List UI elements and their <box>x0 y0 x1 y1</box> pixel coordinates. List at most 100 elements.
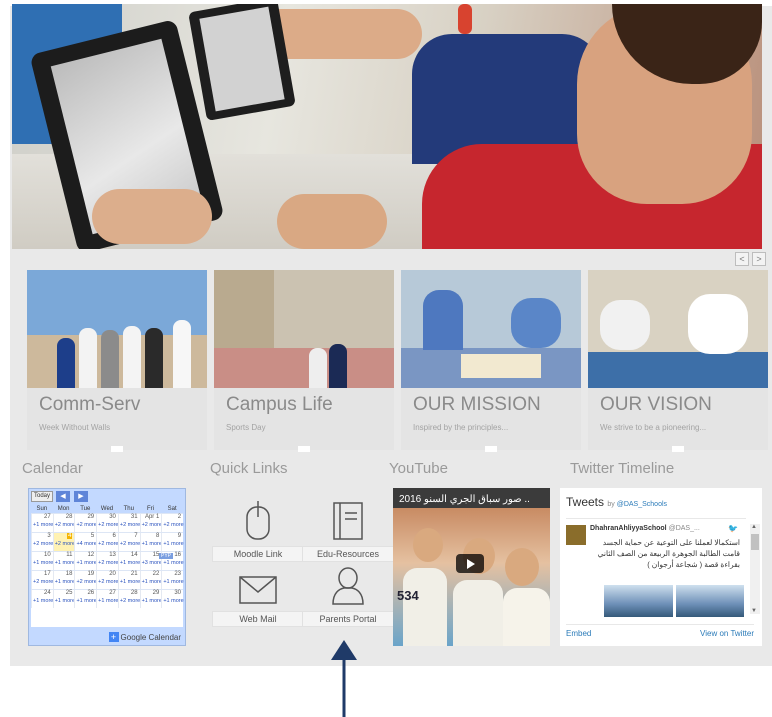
calendar-day-cell[interactable]: 9 +1 more <box>161 533 184 551</box>
google-calendar-label: Google Calendar <box>120 633 181 642</box>
slider-next-button[interactable]: > <box>752 252 766 266</box>
calendar-more-link[interactable]: +2 more <box>120 598 140 604</box>
calendar-day-cell[interactable]: 27 +1 more <box>96 590 119 608</box>
card-our-mission[interactable]: OUR MISSION Inspired by the principles..… <box>401 270 581 452</box>
quick-link-edu-resources[interactable]: Edu-Resources <box>302 497 394 562</box>
calendar-more-link[interactable]: +1 more <box>98 598 118 604</box>
quick-link-moodle[interactable]: Moodle Link <box>212 497 304 562</box>
tweet-item[interactable]: DhahranAhliyyaSchool @DAS_... 🐦 استكمالا… <box>566 518 746 618</box>
calendar-day-cell[interactable]: 30 +2 more <box>96 514 119 532</box>
twitter-scrollbar[interactable]: ▲ ▼ <box>750 524 760 614</box>
calendar-event-chip[interactable]: PYP <box>159 553 174 559</box>
calendar-more-link[interactable]: +1 more <box>55 560 75 566</box>
calendar-day-cell[interactable]: 12 +1 more <box>74 552 97 570</box>
calendar-more-link[interactable]: +4 more <box>76 541 96 547</box>
calendar-day-cell[interactable]: 26 +1 more <box>74 590 97 608</box>
youtube-video-player[interactable]: 534 2016 صور سباق الجري السنو .. <box>393 488 550 646</box>
calendar-prev-button[interactable]: ◀ <box>56 491 70 502</box>
tweet-media[interactable] <box>604 585 744 617</box>
quick-link-parents-portal[interactable]: Parents Portal <box>302 562 394 627</box>
calendar-day-cell[interactable]: 17 +2 more <box>31 571 53 589</box>
calendar-day-cell[interactable]: 18 +1 more <box>52 571 75 589</box>
calendar-more-link[interactable]: +1 more <box>120 579 140 585</box>
calendar-day-cell[interactable]: 10 +1 more <box>31 552 53 570</box>
calendar-day-cell[interactable]: 30 +1 more <box>161 590 184 608</box>
calendar-day-number: 14 <box>130 552 138 558</box>
calendar-day-cell[interactable]: 8 +1 more <box>139 533 162 551</box>
twitter-embed-link[interactable]: Embed <box>566 629 591 638</box>
calendar-day-cell[interactable]: 29 +1 more <box>139 590 162 608</box>
youtube-video-title[interactable]: 2016 صور سباق الجري السنو .. <box>399 494 544 505</box>
calendar-day-cell[interactable]: 29 +2 more <box>74 514 97 532</box>
calendar-day-cell[interactable]: 24 +1 more <box>31 590 53 608</box>
calendar-more-link[interactable]: +1 more <box>76 560 96 566</box>
twitter-timeline-widget[interactable]: Tweets by @DAS_Schools DhahranAhliyyaSch… <box>560 488 762 646</box>
calendar-day-cell[interactable]: 22 +1 more <box>139 571 162 589</box>
google-calendar-widget[interactable]: Today ◀ ▶ Sun Mon Tue Wed Thu Fri Sat 27… <box>28 488 186 646</box>
calendar-day-cell[interactable]: 6 +2 more <box>96 533 119 551</box>
tweet-author-handle[interactable]: @DAS_... <box>669 525 700 532</box>
avatar[interactable] <box>566 525 586 545</box>
calendar-more-link[interactable]: +1 more <box>163 541 183 547</box>
calendar-day-cell[interactable]: 31 +2 more <box>117 514 140 532</box>
calendar-more-link[interactable]: +1 more <box>163 579 183 585</box>
calendar-day-cell[interactable]: 5 +4 more <box>74 533 97 551</box>
race-bib-number: 534 <box>397 588 419 603</box>
calendar-more-link[interactable]: +1 more <box>33 522 53 528</box>
calendar-more-link[interactable]: +1 more <box>120 560 140 566</box>
calendar-day-cell[interactable]: 13 +2 more <box>96 552 119 570</box>
view-on-twitter-link[interactable]: View on Twitter <box>700 629 754 638</box>
calendar-next-button[interactable]: ▶ <box>74 491 88 502</box>
card-our-vision[interactable]: OUR VISION We strive to be a pioneering.… <box>588 270 768 452</box>
google-calendar-link[interactable]: + Google Calendar <box>108 632 181 642</box>
calendar-day-cell[interactable]: 23 +1 more <box>161 571 184 589</box>
calendar-more-link[interactable]: +1 more <box>55 598 75 604</box>
calendar-more-link[interactable]: +2 more <box>76 579 96 585</box>
calendar-day-cell[interactable]: 25 +1 more <box>52 590 75 608</box>
twitter-account-link[interactable]: @DAS_Schools <box>617 501 667 508</box>
calendar-day-cell[interactable]: 3 +2 more <box>31 533 53 551</box>
calendar-day-cell[interactable]: 27 +1 more <box>31 514 53 532</box>
calendar-more-link[interactable]: +1 more <box>163 560 183 566</box>
calendar-more-link[interactable]: +1 more <box>33 560 53 566</box>
calendar-more-link[interactable]: +1 more <box>142 541 162 547</box>
calendar-more-link[interactable]: +1 more <box>33 598 53 604</box>
calendar-today-button[interactable]: Today <box>31 491 53 502</box>
calendar-more-link[interactable]: +1 more <box>163 598 183 604</box>
calendar-more-link[interactable]: +2 more <box>98 541 118 547</box>
calendar-more-link[interactable]: +2 more <box>33 579 53 585</box>
quick-link-web-mail[interactable]: Web Mail <box>212 562 304 627</box>
calendar-more-link[interactable]: +1 more <box>142 579 162 585</box>
calendar-more-link[interactable]: +2 more <box>76 522 96 528</box>
calendar-day-cell[interactable]: 21 +1 more <box>117 571 140 589</box>
calendar-more-link[interactable]: +2 more <box>98 579 118 585</box>
calendar-more-link[interactable]: +2 more <box>98 522 118 528</box>
calendar-day-cell[interactable]: Apr 1 +2 more <box>139 514 162 532</box>
calendar-day-cell[interactable]: 7 +2 more <box>117 533 140 551</box>
calendar-more-link[interactable]: +2 more <box>163 522 183 528</box>
calendar-day-cell[interactable]: 28 +2 more <box>117 590 140 608</box>
play-icon[interactable] <box>456 554 484 573</box>
calendar-day-cell[interactable]: 4 +2 more <box>52 533 75 551</box>
calendar-more-link[interactable]: +2 more <box>142 522 162 528</box>
card-comm-serv[interactable]: Comm-Serv Week Without Walls <box>27 270 207 452</box>
calendar-more-link[interactable]: +3 more <box>142 560 162 566</box>
calendar-more-link[interactable]: +2 more <box>55 541 75 547</box>
slider-prev-button[interactable]: < <box>735 252 749 266</box>
calendar-more-link[interactable]: +2 more <box>55 522 75 528</box>
calendar-more-link[interactable]: +1 more <box>142 598 162 604</box>
calendar-day-cell[interactable]: 11 +1 more <box>52 552 75 570</box>
calendar-more-link[interactable]: +1 more <box>55 579 75 585</box>
calendar-day-cell[interactable]: 19 +2 more <box>74 571 97 589</box>
calendar-more-link[interactable]: +2 more <box>98 560 118 566</box>
calendar-day-cell[interactable]: 20 +2 more <box>96 571 119 589</box>
calendar-more-link[interactable]: +2 more <box>120 522 140 528</box>
calendar-day-cell[interactable]: 14 +1 more <box>117 552 140 570</box>
card-campus-life[interactable]: Campus Life Sports Day <box>214 270 394 452</box>
calendar-day-cell[interactable]: 28 +2 more <box>52 514 75 532</box>
calendar-more-link[interactable]: +2 more <box>120 541 140 547</box>
calendar-more-link[interactable]: +2 more <box>33 541 53 547</box>
tweet-author-name[interactable]: DhahranAhliyyaSchool <box>590 525 667 532</box>
calendar-day-cell[interactable]: 2 +2 more <box>161 514 184 532</box>
calendar-more-link[interactable]: +1 more <box>76 598 96 604</box>
